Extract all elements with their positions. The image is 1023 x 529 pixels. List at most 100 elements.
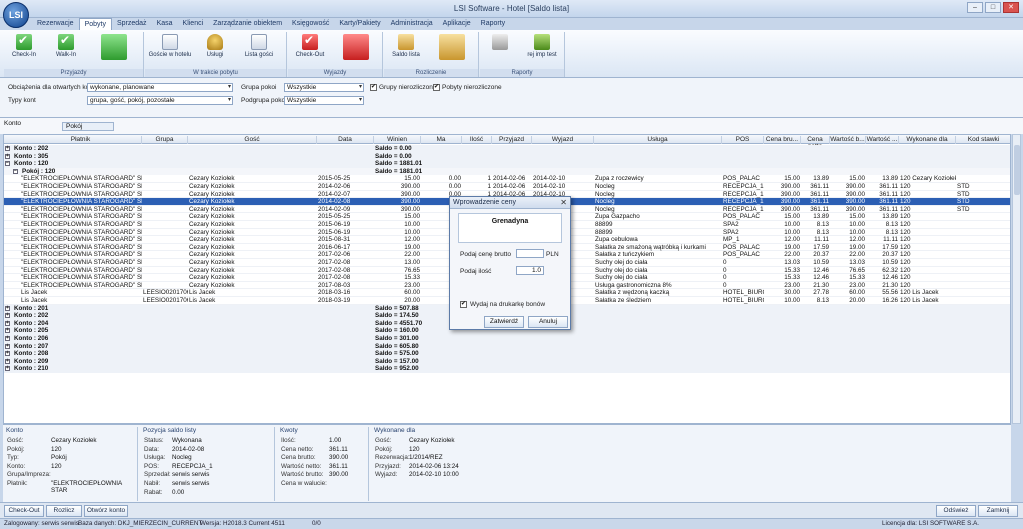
- column-header[interactable]: Ma: [421, 136, 462, 144]
- lista-gosci-button[interactable]: Lista gości: [239, 34, 279, 58]
- grid-vertical-scrollbar[interactable]: [1012, 134, 1021, 424]
- column-header[interactable]: Przyjazd: [492, 136, 532, 144]
- rozlicz-button[interactable]: Rozlicz: [46, 505, 82, 517]
- expand-icon[interactable]: −: [13, 168, 18, 174]
- qty-input[interactable]: 1.0: [516, 266, 544, 275]
- table-cell: 15.33: [784, 274, 800, 282]
- scroll-thumb[interactable]: [1014, 145, 1020, 195]
- table-row[interactable]: "ELEKTROCIEPŁOWNIA STAROGARD" SPÓ Cezary …: [4, 183, 1010, 191]
- column-header[interactable]: Data: [317, 136, 374, 144]
- obciazenia-select[interactable]: wykonane, planowane: [87, 83, 233, 92]
- check-out-bottom-button[interactable]: Check-Out: [4, 505, 44, 517]
- printer-button[interactable]: [482, 34, 518, 52]
- column-header[interactable]: Wartość b...: [830, 136, 866, 144]
- column-header[interactable]: Wykonane dla: [899, 136, 956, 144]
- konto-group-row[interactable]: + Konto : 202 Saldo = 0.00: [4, 145, 1010, 153]
- konto-group-row[interactable]: + Konto : 305 Saldo = 0.00: [4, 152, 1010, 161]
- column-header[interactable]: Płatnik: [20, 136, 142, 144]
- menu-karty-pakiety[interactable]: Karty/Pakiety: [334, 18, 385, 30]
- expand-icon[interactable]: +: [5, 366, 10, 372]
- konto-group-row[interactable]: + Konto : 210 Saldo = 952.00: [4, 365, 1010, 373]
- expand-icon[interactable]: −: [5, 161, 10, 167]
- confirm-button[interactable]: Zatwierdź: [484, 316, 524, 328]
- column-header[interactable]: Grupa: [142, 136, 188, 144]
- expand-icon[interactable]: +: [5, 343, 10, 349]
- rozliczenie-dropdown-button[interactable]: [432, 34, 472, 62]
- table-cell: POS_PALAC: [723, 251, 760, 259]
- rej-imp-test-button[interactable]: rej imp test: [522, 34, 562, 58]
- expand-icon[interactable]: +: [5, 336, 10, 341]
- group-label: Konto : 202: [14, 312, 49, 320]
- konto-group-row[interactable]: + Konto : 209 Saldo = 157.00: [4, 357, 1010, 366]
- check-out-dropdown-button[interactable]: [336, 34, 376, 62]
- expand-icon[interactable]: +: [5, 153, 10, 159]
- menu-administracja[interactable]: Administracja: [386, 18, 438, 30]
- print-checkbox[interactable]: ✔: [460, 301, 467, 308]
- column-header[interactable]: Cena bru...: [764, 136, 801, 144]
- dialog-close-icon[interactable]: ✕: [560, 197, 567, 209]
- maximize-button[interactable]: □: [985, 2, 1001, 13]
- expand-icon[interactable]: +: [5, 305, 10, 311]
- menu-ksiegowosc[interactable]: Księgowość: [287, 18, 334, 30]
- podgrupa-select[interactable]: Wszystkie: [284, 96, 364, 105]
- check-out-button[interactable]: Check-Out: [292, 33, 328, 58]
- typy-kont-select[interactable]: grupa, gość, pokój, pozostałe: [87, 96, 233, 105]
- column-header[interactable]: Wartość ...: [866, 136, 899, 144]
- column-header[interactable]: Wyjazd: [532, 136, 594, 144]
- menu-zarzadzanie[interactable]: Zarządzanie obiektem: [208, 18, 287, 30]
- close-button[interactable]: ✕: [1003, 2, 1019, 13]
- details-value: "ELEKTROCIEPŁOWNIA STAR: [51, 480, 122, 494]
- pokoj-group-tab[interactable]: Pokój: [62, 122, 114, 131]
- expand-icon[interactable]: +: [5, 328, 10, 334]
- column-header[interactable]: Cena netto: [801, 136, 830, 150]
- column-header[interactable]: Winien: [374, 136, 421, 144]
- cancel-button[interactable]: Anuluj: [528, 316, 568, 328]
- menu-sprzedaz[interactable]: Sprzedaż: [112, 18, 152, 30]
- table-cell: Sałatka ze smażoną wątróbką i kurkami: [595, 243, 706, 251]
- walk-in-icon: [58, 33, 74, 50]
- menu-pobyty[interactable]: Pobyty: [78, 18, 112, 30]
- table-cell: 13.89: [882, 175, 898, 183]
- lsi-logo[interactable]: LSI: [3, 2, 29, 28]
- konto-group-row[interactable]: + Konto : 207 Saldo = 605.80: [4, 342, 1010, 351]
- expand-icon[interactable]: +: [5, 358, 10, 364]
- konto-group-row[interactable]: + Konto : 206 Saldo = 301.00: [4, 335, 1010, 343]
- expand-icon[interactable]: +: [5, 320, 10, 326]
- odswiez-button[interactable]: Odśwież: [936, 505, 976, 517]
- grupa-pokoi-select[interactable]: Wszystkie: [284, 83, 364, 92]
- column-header[interactable]: Ilość: [462, 136, 492, 144]
- menu-aplikacje[interactable]: Aplikacje: [438, 18, 476, 30]
- expand-icon[interactable]: +: [5, 313, 10, 319]
- konto-group-row[interactable]: + Konto : 208 Saldo = 575.00: [4, 350, 1010, 358]
- details-title: Pozycja saldo listy: [143, 427, 197, 434]
- column-header[interactable]: Kod stawki: [956, 136, 1010, 144]
- pokoj-group-row[interactable]: − Pokój : 120 Saldo = 1881.01: [4, 167, 1010, 176]
- menu-raporty[interactable]: Raporty: [476, 18, 511, 30]
- walk-in-button[interactable]: Walk-In: [48, 33, 84, 58]
- menu-kasa[interactable]: Kasa: [152, 18, 178, 30]
- konto-group-tab[interactable]: Konto: [4, 120, 21, 127]
- column-header[interactable]: Usługa: [594, 136, 722, 144]
- expand-icon[interactable]: +: [5, 351, 10, 357]
- zamknij-button[interactable]: Zamknij: [978, 505, 1018, 517]
- box-icon: [439, 34, 465, 60]
- table-row[interactable]: "ELEKTROCIEPŁOWNIA STAROGARD" SPÓ Cezary …: [4, 175, 1010, 183]
- grupy-nierozliczone-checkbox[interactable]: ✔: [370, 84, 377, 91]
- price-input[interactable]: [516, 249, 544, 258]
- otworz-konto-button[interactable]: Otwórz konto: [84, 505, 128, 517]
- expand-icon[interactable]: +: [5, 146, 10, 151]
- minimize-button[interactable]: –: [967, 2, 983, 13]
- pobyty-nierozliczone-checkbox[interactable]: ✔: [433, 84, 440, 91]
- saldo-lista-button[interactable]: Saldo lista: [388, 34, 424, 58]
- uslugi-button[interactable]: Usługi: [197, 34, 233, 58]
- menu-klienci[interactable]: Klienci: [178, 18, 209, 30]
- table-cell: 2014-02-06: [318, 183, 351, 190]
- table-cell: 120: [900, 190, 911, 198]
- goscie-w-hotelu-button[interactable]: Goście w hotelu: [147, 34, 193, 58]
- check-in-dropdown-button[interactable]: [94, 34, 134, 62]
- menu-rezerwacje[interactable]: Rezerwacje: [32, 18, 79, 30]
- check-in-button[interactable]: Check-In: [6, 33, 42, 58]
- column-header[interactable]: POS: [722, 136, 764, 144]
- column-header[interactable]: Gość: [188, 136, 317, 144]
- konto-group-row[interactable]: − Konto : 120 Saldo = 1881.01: [4, 160, 1010, 168]
